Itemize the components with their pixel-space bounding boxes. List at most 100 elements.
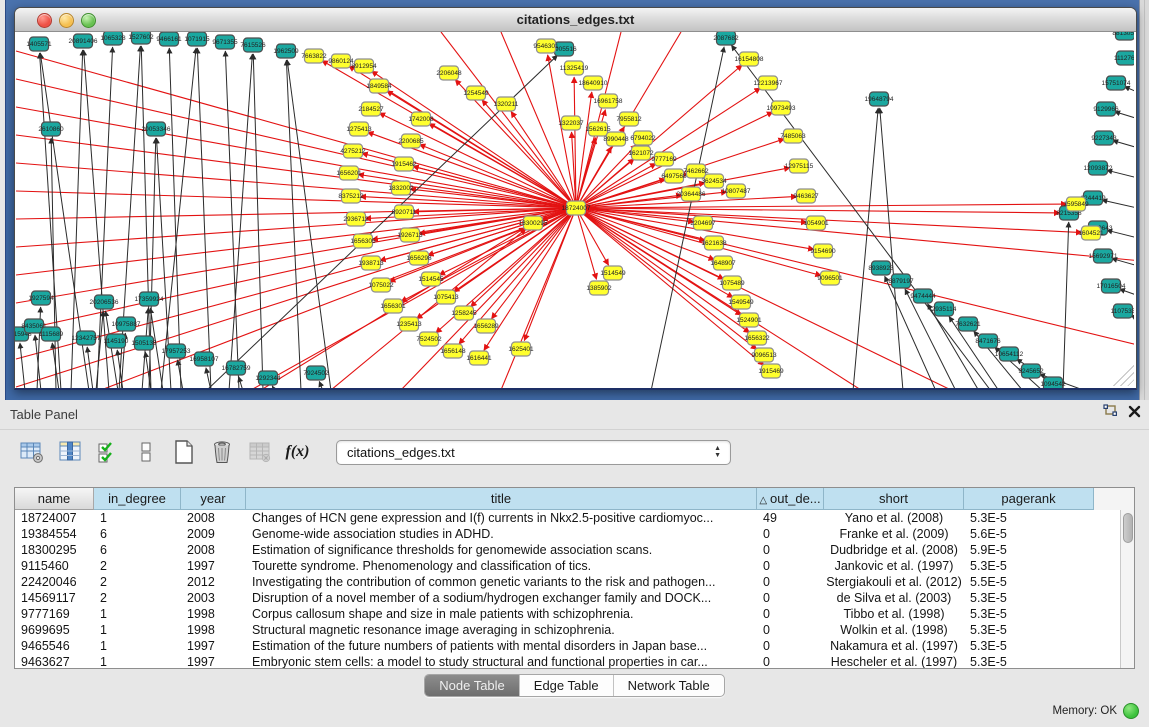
graph-node-label: 1832002 (388, 185, 414, 192)
table-row[interactable]: 1938455462009Genome-wide association stu… (15, 526, 1134, 542)
tab-node-table[interactable]: Node Table (425, 675, 520, 696)
close-panel-icon[interactable] (1128, 405, 1141, 423)
table-row[interactable]: 946554611997Estimation of the future num… (15, 638, 1134, 654)
citation-edge-selected[interactable] (576, 208, 1134, 261)
table-row[interactable]: 977716911998Corpus callosum shape and si… (15, 606, 1134, 622)
citation-edge-selected[interactable] (16, 191, 576, 208)
graph-node-label: 1385902 (586, 285, 612, 292)
citation-edge[interactable] (96, 311, 103, 388)
cell-year: 2008 (181, 542, 246, 558)
cell-title: Structural magnetic resonance image aver… (246, 622, 757, 638)
graph-node-label: 1621072 (628, 150, 654, 157)
table-selector-dropdown[interactable]: citations_edges.txt ▲▼ (336, 440, 731, 465)
graph-node-label: 16961758 (594, 98, 623, 105)
cell-name: 14569117 (15, 590, 94, 606)
column-header-out_de[interactable]: △out_de... (757, 488, 824, 510)
table-row[interactable]: 946362711997Embryonic stem cells: a mode… (15, 654, 1134, 669)
select-column-icon[interactable] (56, 439, 83, 466)
table-row[interactable]: 2242004622012Investigating the contribut… (15, 574, 1134, 590)
cell-short: Yano et al. (2008) (824, 510, 964, 526)
citation-edge[interactable] (161, 48, 196, 388)
citation-edge-selected[interactable] (576, 92, 592, 208)
citation-edge-selected[interactable] (16, 107, 576, 208)
citation-network-graph[interactable]: 1872400718300295140557120891406106532815… (15, 32, 1134, 388)
function-builder-icon[interactable]: f(x) (284, 439, 311, 466)
column-header-short[interactable]: short (824, 488, 964, 510)
delete-rows-trash-icon[interactable] (208, 439, 235, 466)
column-header-in_degree[interactable]: in_degree (94, 488, 181, 510)
citation-edge-selected[interactable] (548, 55, 576, 208)
graph-node-label: 1742008 (408, 116, 434, 123)
graph-node-label: 16154808 (735, 56, 764, 63)
table-row[interactable]: 1830029562008Estimation of significance … (15, 542, 1134, 558)
graph-node-label: 1275413 (346, 126, 372, 133)
clear-selection-icon[interactable] (132, 439, 159, 466)
cell-in_degree: 1 (94, 638, 181, 654)
column-header-name[interactable]: name (15, 488, 94, 510)
network-window-titlebar[interactable]: citations_edges.txt (15, 8, 1136, 32)
citation-edge[interactable] (272, 386, 275, 388)
citation-edge-selected[interactable] (501, 208, 576, 388)
memory-status-label: Memory: OK (1052, 705, 1117, 717)
memory-ok-indicator[interactable] (1123, 703, 1139, 719)
citation-edge[interactable] (225, 51, 239, 388)
cell-in_degree: 2 (94, 574, 181, 590)
citation-edge[interactable] (197, 48, 211, 388)
graph-node-label: 1320211 (494, 101, 519, 108)
table-row[interactable]: 911546021997Tourette syndrome. Phenomeno… (15, 558, 1134, 574)
citation-edge[interactable] (319, 381, 323, 388)
citation-edge[interactable] (731, 45, 991, 388)
table-row[interactable]: 1872400712008Changes of HCN gene express… (15, 510, 1134, 526)
table-selector-value: citations_edges.txt (347, 441, 455, 464)
citation-edge-selected[interactable] (101, 208, 576, 388)
table-vertical-scrollbar[interactable] (1120, 510, 1134, 668)
cell-pagerank: 5.3E-5 (964, 654, 1094, 669)
cell-short: Stergiakouli et al. (2012) (824, 574, 964, 590)
scrollbar-thumb[interactable] (1123, 513, 1133, 543)
column-header-pagerank[interactable]: pagerank (964, 488, 1094, 510)
cell-short: Dudbridge et al. (2008) (824, 542, 964, 558)
graph-node-label: 8471676 (975, 338, 1001, 345)
table-row[interactable]: 969969511998Structural magnetic resonanc… (15, 622, 1134, 638)
citation-edge[interactable] (853, 108, 878, 388)
cell-year: 1997 (181, 654, 246, 669)
citation-edge-selected[interactable] (16, 135, 576, 208)
new-table-icon[interactable] (170, 439, 197, 466)
graph-node-label: 12975115 (785, 163, 814, 170)
citation-edge-selected[interactable] (576, 208, 1134, 346)
citation-edge[interactable] (1063, 222, 1069, 388)
cell-out_de: 0 (757, 558, 824, 574)
float-window-icon[interactable] (1102, 404, 1118, 424)
citation-edge[interactable] (1119, 289, 1134, 297)
cell-in_degree: 6 (94, 542, 181, 558)
delete-table-disabled-icon (246, 439, 273, 466)
cell-pagerank: 5.3E-5 (964, 622, 1094, 638)
select-all-rows-icon[interactable] (94, 439, 121, 466)
graph-node-label: 8920711 (392, 209, 417, 216)
citation-edge-selected[interactable] (576, 208, 861, 388)
cell-pagerank: 5.3E-5 (964, 558, 1094, 574)
graph-node-label: 2206048 (436, 70, 462, 77)
citation-edge-selected[interactable] (429, 123, 576, 208)
cell-year: 2012 (181, 574, 246, 590)
graph-node-label: 1145190 (104, 338, 129, 345)
table-row[interactable]: 1456911722003Disruption of a novel membe… (15, 590, 1134, 606)
tab-edge-table[interactable]: Edge Table (520, 675, 614, 696)
graph-node-label: 20053346 (142, 126, 171, 133)
network-canvas[interactable]: 1872400718300295140557120891406106532815… (15, 32, 1136, 388)
tab-network-table[interactable]: Network Table (614, 675, 724, 696)
graph-node-label: 4275212 (340, 148, 366, 155)
citation-edge[interactable] (1102, 200, 1134, 209)
graph-node-label: 19648794 (865, 96, 894, 103)
citation-edge-selected[interactable] (16, 163, 576, 208)
node-table: namein_degreeyeartitle△out_de...shortpag… (14, 487, 1135, 669)
graph-node-label: 15692971 (1089, 253, 1118, 260)
column-header-year[interactable]: year (181, 488, 246, 510)
citation-edge-selected[interactable] (576, 208, 609, 265)
table-settings-icon[interactable] (18, 439, 45, 466)
citation-edge[interactable] (651, 47, 724, 388)
cell-in_degree: 1 (94, 622, 181, 638)
column-header-title[interactable]: title (246, 488, 757, 510)
citation-edge[interactable] (20, 343, 25, 388)
graph-node-label: 16958107 (190, 356, 219, 363)
